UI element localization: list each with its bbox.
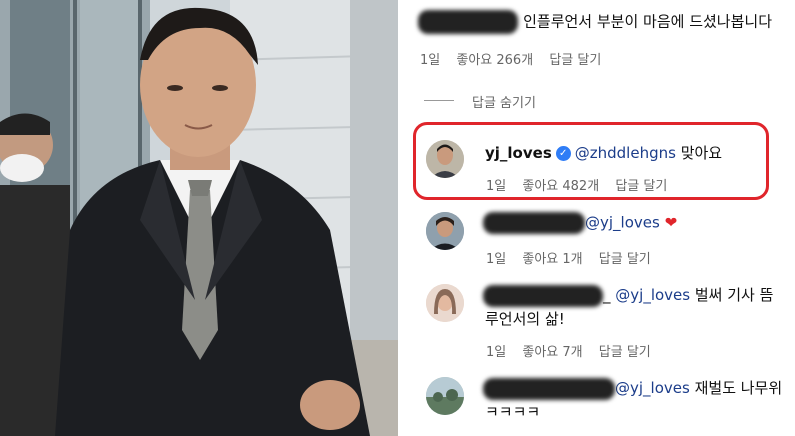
reply3-mention[interactable]: @yj_loves [615, 379, 690, 397]
avatar-landscape-icon [426, 377, 464, 415]
comment-thread: 인플루언서 부분이 마음에 드셨나봅니다 1일 좋아요 266개 답글 달기 답… [398, 0, 795, 436]
hide-replies-line [424, 100, 454, 101]
highlighted-comment-line: yj_loves ✓ @zhddlehgns 맞아요 [485, 142, 722, 163]
reply3-line2: ㅋㅋㅋㅋ [485, 403, 541, 421]
reply2-username-suffix: _ [603, 286, 611, 304]
top-comment-likes[interactable]: 좋아요 266개 [456, 53, 533, 68]
blurred-username [483, 212, 585, 234]
reply3-text: 재벌도 나무위 [694, 379, 783, 397]
man-in-suit-photo [0, 0, 398, 436]
avatar-portrait-icon [426, 284, 464, 322]
highlighted-comment-text: 맞아요 [680, 144, 723, 162]
avatar-portrait-icon [426, 140, 464, 178]
reply1-reply-button[interactable]: 답글 달기 [599, 252, 651, 267]
heart-icon: ❤ [664, 213, 678, 232]
reply2-time: 1일 [486, 345, 507, 360]
news-photo [0, 0, 398, 436]
avatar-portrait-icon [426, 212, 464, 250]
reply1-mention[interactable]: @yj_loves [585, 214, 660, 232]
reply1-meta: 1일 좋아요 1개 답글 달기 [486, 248, 663, 267]
reply2-reply-button[interactable]: 답글 달기 [599, 345, 651, 360]
reply1-time: 1일 [486, 252, 507, 267]
reply2-line: _ @yj_loves 벌써 기사 뜸 [483, 284, 773, 307]
yj-loves-avatar[interactable] [426, 140, 464, 178]
reply3-avatar[interactable] [426, 377, 464, 415]
reply1-avatar[interactable] [426, 212, 464, 250]
reply2-text: 벌써 기사 뜸 [694, 286, 774, 304]
blurred-username [483, 377, 615, 400]
reply3-line: @yj_loves 재벌도 나무위 [483, 377, 782, 400]
reply1-line: @yj_loves ❤ [483, 212, 677, 234]
highlighted-time: 1일 [486, 179, 507, 194]
top-comment-meta: 1일 좋아요 266개 답글 달기 [420, 49, 613, 68]
zhddlehgns-mention[interactable]: @zhddlehgns [575, 144, 676, 162]
reply2-meta: 1일 좋아요 7개 답글 달기 [486, 341, 663, 360]
top-comment-time: 1일 [420, 53, 441, 68]
reply2-avatar[interactable] [426, 284, 464, 322]
blurred-username [418, 10, 518, 34]
top-comment-text: 인플루언서 부분이 마음에 드셨나봅니다 [523, 12, 772, 31]
hide-replies-button[interactable]: 답글 숨기기 [472, 92, 536, 111]
yj-loves-username[interactable]: yj_loves [485, 144, 552, 162]
reply2-likes[interactable]: 좋아요 7개 [522, 345, 582, 360]
verified-badge-icon: ✓ [555, 146, 571, 161]
highlighted-comment-meta: 1일 좋아요 482개 답글 달기 [486, 175, 679, 194]
reply2-mention[interactable]: @yj_loves [615, 286, 690, 304]
top-comment: 인플루언서 부분이 마음에 드셨나봅니다 [418, 10, 772, 34]
blurred-username [483, 284, 603, 307]
highlighted-reply-button[interactable]: 답글 달기 [615, 179, 667, 194]
reply2-line2: 루언서의 삶! [485, 310, 565, 328]
highlighted-likes[interactable]: 좋아요 482개 [522, 179, 599, 194]
top-comment-reply-button[interactable]: 답글 달기 [549, 53, 601, 68]
reply1-likes[interactable]: 좋아요 1개 [522, 252, 582, 267]
